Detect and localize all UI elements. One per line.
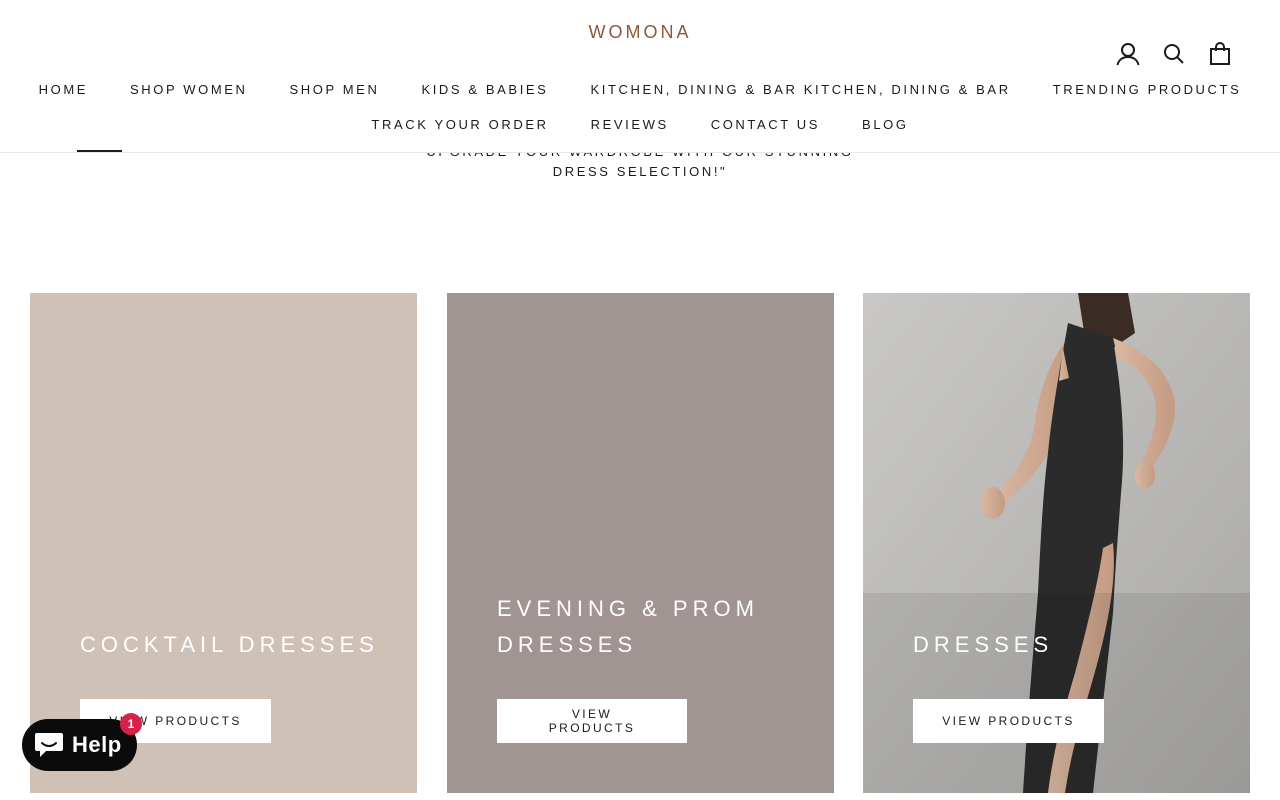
help-chat-button[interactable]: Help 1 <box>22 713 142 771</box>
active-nav-indicator <box>77 150 122 152</box>
account-icon[interactable] <box>1116 40 1140 68</box>
main-nav-row-1: HOME SHOP WOMEN SHOP MEN KIDS & BABIES K… <box>0 82 1280 97</box>
collection-card-cocktail[interactable]: COCKTAIL DRESSES VIEW PRODUCTS <box>30 293 417 793</box>
main-nav-row-2: TRACK YOUR ORDER REVIEWS CONTACT US BLOG <box>0 117 1280 132</box>
collection-title: COCKTAIL DRESSES <box>80 632 379 657</box>
brand-logo[interactable]: WOMONA <box>540 22 740 43</box>
nav-kids-babies[interactable]: KIDS & BABIES <box>421 82 548 97</box>
notification-badge: 1 <box>120 713 142 735</box>
header-icons <box>1116 40 1232 68</box>
collection-card-evening-prom[interactable]: EVENING & PROM DRESSES VIEW PRODUCTS <box>447 293 834 793</box>
collection-title: EVENING & PROM DRESSES <box>497 596 759 657</box>
nav-reviews[interactable]: REVIEWS <box>591 117 669 132</box>
view-products-button[interactable]: VIEW PRODUCTS <box>497 699 687 743</box>
view-products-button[interactable]: VIEW PRODUCTS <box>913 699 1104 743</box>
site-header: WOMONA HOME SHOP WOMEN SHOP MEN KIDS & B… <box>0 0 1280 153</box>
cart-icon[interactable] <box>1208 40 1232 68</box>
collection-title: DRESSES <box>913 632 1054 657</box>
intro-line-2: DRESS SELECTION!" <box>552 164 728 179</box>
nav-blog[interactable]: BLOG <box>862 117 909 132</box>
nav-home[interactable]: HOME <box>39 82 88 97</box>
collection-card-dresses[interactable]: DRESSES VIEW PRODUCTS <box>863 293 1250 793</box>
nav-track-order[interactable]: TRACK YOUR ORDER <box>371 117 548 132</box>
search-icon[interactable] <box>1162 40 1186 68</box>
help-label: Help <box>72 732 122 757</box>
nav-shop-women[interactable]: SHOP WOMEN <box>130 82 248 97</box>
nav-contact-us[interactable]: CONTACT US <box>711 117 820 132</box>
nav-trending-products[interactable]: TRENDING PRODUCTS <box>1053 82 1242 97</box>
chat-bubble-icon <box>35 733 63 757</box>
nav-kitchen-dining-bar[interactable]: KITCHEN, DINING & BAR KITCHEN, DINING & … <box>590 82 1010 97</box>
nav-shop-men[interactable]: SHOP MEN <box>290 82 380 97</box>
